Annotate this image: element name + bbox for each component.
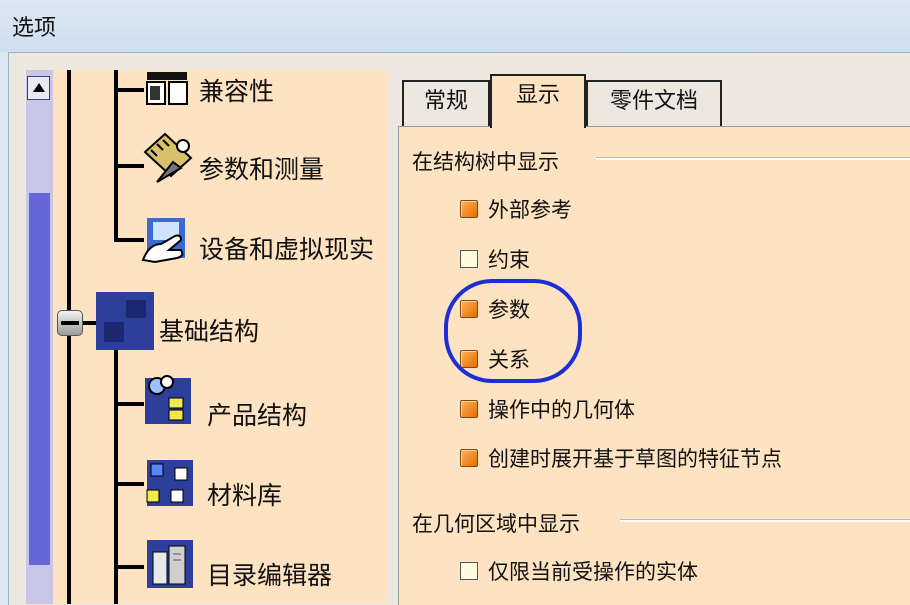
tab-display-label: 显示 [515,83,560,108]
tree-line [114,70,118,242]
catalog-editor-icon [145,538,195,590]
parameters-measure-icon [143,132,193,184]
option-label: 约束 [488,248,530,272]
scroll-thumb[interactable] [29,193,50,565]
option-label: 外部参考 [488,198,572,222]
tree-line [114,565,144,569]
group-title-geometry-display: 在几何区域中显示 [412,512,580,536]
checkbox-checked-icon[interactable] [460,449,478,467]
checkbox-checked-icon[interactable] [460,200,478,218]
tree-item-compatibility[interactable]: 兼容性 [199,72,274,108]
option-bodies-in-operation[interactable]: 操作中的几何体 [460,394,635,424]
tree-item-infrastructure[interactable]: 基础结构 [159,312,259,348]
tree-line [114,88,144,92]
tab-display[interactable]: 显示 [490,74,586,128]
options-tree: 兼容性 参数和测量 设备和虚拟现实 基础结构 产品结构 材料库 目录编辑器 [53,70,388,604]
devices-vr-icon [141,216,189,264]
option-label: 仅限当前受操作的实体 [488,560,698,584]
tree-item-devices-vr[interactable]: 设备和虚拟现实 [199,230,388,266]
group-title-tree-display: 在结构树中显示 [412,150,559,174]
tree-line [67,70,71,604]
material-library-icon [145,458,195,508]
tab-general[interactable]: 常规 [402,80,490,126]
tree-item-catalog-editor[interactable]: 目录编辑器 [207,556,332,592]
tree-line [114,336,118,604]
tab-part-document[interactable]: 零件文档 [586,80,722,126]
checkbox-checked-icon[interactable] [460,400,478,418]
tree-scrollbar[interactable] [26,70,53,604]
group-divider [596,157,910,160]
infrastructure-icon [96,292,154,350]
tree-item-parameters-measure[interactable]: 参数和测量 [199,150,324,186]
tree-item-product-structure[interactable]: 产品结构 [207,396,307,432]
product-structure-icon [145,374,193,426]
scroll-up-arrow-icon[interactable] [27,76,50,100]
tree-line [114,238,144,242]
tree-line [114,164,144,168]
option-expand-sketch-features[interactable]: 创建时展开基于草图的特征节点 [460,443,782,473]
checkbox-unchecked-icon[interactable] [460,250,478,268]
window-title: 选项 [12,16,57,41]
tab-general-label: 常规 [423,89,468,114]
highlight-circle-annotation [444,279,582,383]
tree-line [114,482,144,486]
tree-item-material-library[interactable]: 材料库 [207,476,282,512]
group-divider [620,519,910,522]
checkbox-unchecked-icon[interactable] [460,562,478,580]
collapse-node-icon[interactable] [57,310,83,336]
option-label: 操作中的几何体 [488,398,635,422]
tab-part-document-label: 零件文档 [609,89,698,114]
compatibility-icon [145,72,189,106]
title-bar: 选项 [0,0,910,52]
option-current-operated-solid-only[interactable]: 仅限当前受操作的实体 [460,556,698,586]
option-external-references[interactable]: 外部参考 [460,194,572,224]
tree-line [114,402,144,406]
option-label: 创建时展开基于草图的特征节点 [488,447,782,471]
option-constraints[interactable]: 约束 [460,244,530,274]
